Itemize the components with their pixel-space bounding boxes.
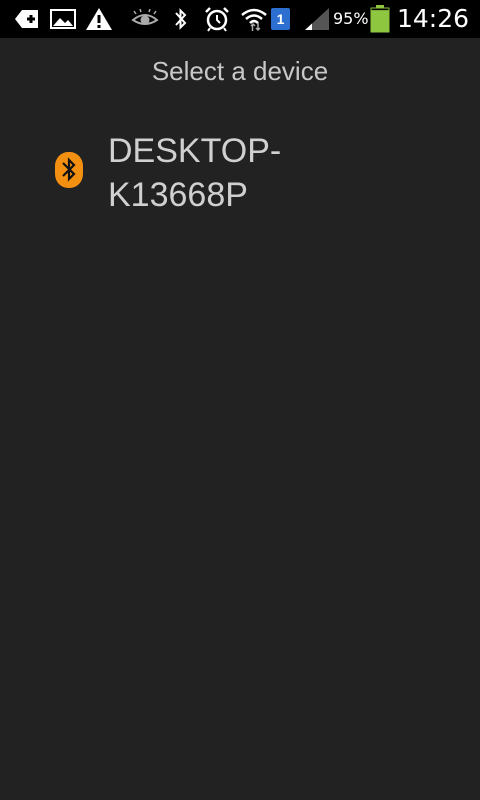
dialog-title: Select a device [151,56,329,86]
gallery-icon [50,0,76,38]
alarm-icon [203,0,231,38]
wifi-icon [240,0,268,38]
device-name-line2: K13668P [108,176,248,214]
battery-icon [369,0,391,38]
sim-icon: 1 [271,8,290,30]
warning-icon [85,0,113,38]
device-name-line1: DESKTOP- [108,132,282,170]
battery-percent: 95% [333,9,369,28]
message-add-icon [14,0,40,38]
clock: 14:26 [397,4,470,33]
bluetooth-icon [54,151,84,189]
device-name: DESKTOP- K13668P [108,129,338,217]
device-list-item[interactable]: DESKTOP- K13668P [0,125,480,225]
eye-icon [131,0,159,38]
bluetooth-icon [171,0,191,38]
signal-icon [304,0,330,38]
status-bar: 1 95% 14:26 [0,0,480,38]
